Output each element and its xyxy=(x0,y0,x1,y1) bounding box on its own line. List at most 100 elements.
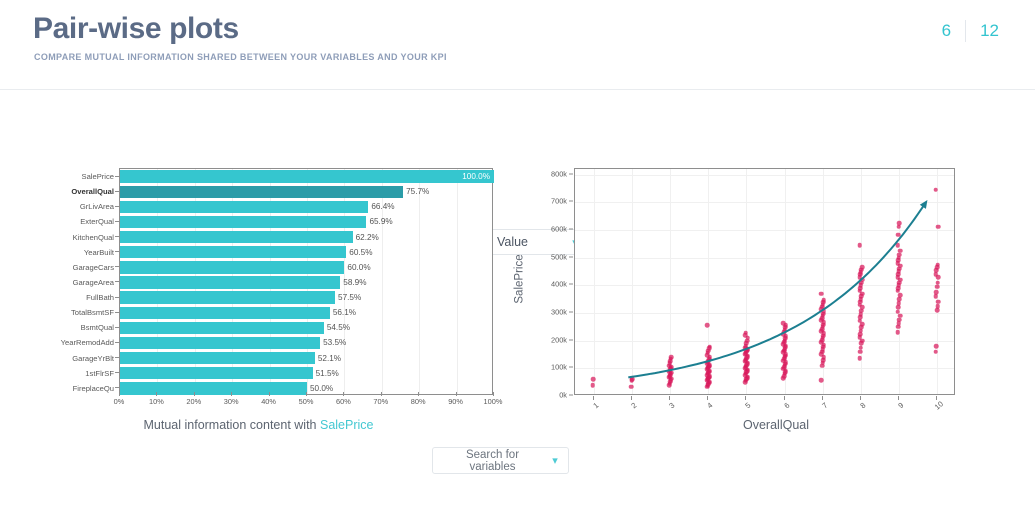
scatter-x-tick-label: 3 xyxy=(667,400,677,411)
scatter-x-tick-label: 2 xyxy=(629,400,639,411)
bar-chart-value-label: 65.9% xyxy=(369,217,393,227)
scatter-y-tickmark xyxy=(569,394,573,396)
scatter-y-tick-label: 700k xyxy=(550,196,567,206)
bar-chart-bar[interactable] xyxy=(120,291,336,304)
bar-chart-category-label[interactable]: FullBath xyxy=(86,290,114,305)
scatter-y-tickmark xyxy=(569,173,573,175)
scatter-y-tick-label: 600k xyxy=(550,224,567,234)
search-variables-select[interactable]: Search for variables ▾ xyxy=(432,447,569,474)
bar-chart-row[interactable]: BsmtQual 54.5% xyxy=(81,320,492,335)
scatter-x-tick-label: 5 xyxy=(743,400,753,411)
bar-chart-value-label: 52.1% xyxy=(317,353,342,363)
bar-chart-category-label[interactable]: YearRemodAdd xyxy=(61,335,114,350)
bar-chart-category-label[interactable]: ExterQual xyxy=(80,214,114,229)
bar-chart-row[interactable]: KitchenQual 62.2% xyxy=(73,230,492,245)
bar-chart-bar[interactable] xyxy=(120,306,330,319)
bar-chart-category-label[interactable]: BsmtQual xyxy=(81,320,114,335)
scatter-y-tick-label: 0k xyxy=(559,390,567,400)
bar-chart-category-label[interactable]: 1stFlrSF xyxy=(85,366,114,381)
bar-chart-category-label[interactable]: GrLivArea xyxy=(80,199,114,214)
bar-chart-bar[interactable] xyxy=(120,170,494,183)
scatter-y-tickmark xyxy=(569,200,573,202)
scatter-x-tickmark xyxy=(821,396,823,400)
bar-chart-bar[interactable] xyxy=(120,261,345,274)
bar-chart-bar[interactable] xyxy=(120,246,347,259)
bar-chart-bar[interactable] xyxy=(120,382,307,395)
bar-chart-row[interactable]: SalePrice 100.0% xyxy=(82,169,494,184)
bar-chart-value-label: 60.5% xyxy=(349,247,373,257)
scatter-trend-line xyxy=(628,199,928,379)
bar-chart-value-label: 54.5% xyxy=(326,323,351,333)
bar-chart-x-tick-label: 60% xyxy=(335,397,351,406)
bar-chart-value-label: 60.0% xyxy=(347,262,371,272)
bar-chart-bar[interactable] xyxy=(120,230,353,244)
bar-chart-bar[interactable] xyxy=(120,367,313,380)
bar-chart-y-tick xyxy=(115,341,119,343)
bar-chart-bar[interactable] xyxy=(120,321,324,335)
bar-chart-x-tickmark xyxy=(343,392,345,396)
bar-chart-bar[interactable] xyxy=(120,215,367,229)
counter-left[interactable]: 6 xyxy=(928,21,965,41)
bar-chart-x-tick-label: 30% xyxy=(223,397,239,406)
scatter-y-tickmark xyxy=(569,228,573,230)
bar-chart-value-label: 75.7% xyxy=(406,187,430,197)
scatter-y-tickmark xyxy=(569,366,573,368)
bar-chart-bar[interactable] xyxy=(120,336,321,350)
bar-chart-y-tick xyxy=(115,387,119,389)
bar-chart-row[interactable]: YearRemodAdd 53.5% xyxy=(61,335,492,350)
bar-chart-row[interactable]: 1stFlrSF 51.5% xyxy=(85,366,492,381)
bar-chart-kpi-link[interactable]: SalePrice xyxy=(320,418,374,432)
bar-chart-category-label[interactable]: FireplaceQu xyxy=(73,381,114,396)
bar-chart-row[interactable]: TotalBsmtSF 56.1% xyxy=(71,305,492,320)
bar-chart-row[interactable]: GrLivArea 66.4% xyxy=(80,199,492,214)
bar-chart-value-label: 57.5% xyxy=(338,293,362,302)
scatter-plot-area xyxy=(574,168,955,395)
bar-chart-bar[interactable] xyxy=(120,276,341,289)
scatter-x-tickmark xyxy=(897,396,899,400)
bar-chart-x-tickmark xyxy=(193,392,195,396)
bar-chart-category-label[interactable]: GarageCars xyxy=(73,260,114,275)
bar-chart-category-label[interactable]: GarageYrBlt xyxy=(72,351,114,366)
bar-chart-y-tick xyxy=(115,311,119,313)
scatter-y-tick-label: 500k xyxy=(550,252,567,262)
bar-chart-row[interactable]: YearBuilt 60.5% xyxy=(84,245,492,260)
scatter-y-tickmark xyxy=(569,339,573,341)
bar-chart-value-label: 51.5% xyxy=(315,368,339,378)
bar-chart-bar[interactable] xyxy=(120,185,404,198)
mutual-information-bar-chart: SalePrice 100.0% OverallQual 75.7% GrLivArea… xyxy=(0,160,517,440)
bar-chart-x-tick-label: 40% xyxy=(261,397,276,406)
bar-chart-category-label[interactable]: YearBuilt xyxy=(84,245,114,260)
bar-chart-bar[interactable] xyxy=(120,351,315,365)
bar-chart-category-label[interactable]: KitchenQual xyxy=(73,230,114,245)
bar-chart-category-label[interactable]: OverallQual xyxy=(71,184,114,199)
bar-chart-x-tick-label: 100% xyxy=(483,397,503,406)
sort-bar: Sort By: Value ▾ xyxy=(0,112,1035,255)
bar-chart-row[interactable]: GarageArea 58.9% xyxy=(73,275,492,290)
bar-chart-category-label[interactable]: GarageArea xyxy=(73,275,114,290)
variables-pagination: Variables: 1...1516...3031...4546...6061… xyxy=(0,489,1035,515)
bar-chart-row[interactable]: GarageCars 60.0% xyxy=(73,260,492,275)
bar-chart-value-label: 53.5% xyxy=(323,338,347,348)
bar-chart-x-tickmark xyxy=(268,392,270,396)
scatter-x-ticks: 1 2 3 4 5 6 7 8 9 10 xyxy=(574,396,955,418)
counter-right[interactable]: 12 xyxy=(966,21,1013,41)
bar-chart-category-label[interactable]: TotalBsmtSF xyxy=(71,305,114,320)
bar-chart-value-label: 58.9% xyxy=(343,277,367,287)
scatter-y-tickmark xyxy=(569,283,573,285)
bar-chart-row[interactable]: OverallQual 75.7% xyxy=(71,184,492,199)
bar-chart-row[interactable]: ExterQual 65.9% xyxy=(80,214,492,229)
bar-chart-row[interactable]: GarageYrBlt 52.1% xyxy=(72,351,492,366)
bar-chart-x-tick-label: 50% xyxy=(298,397,314,406)
bar-chart-category-label[interactable]: SalePrice xyxy=(82,169,115,184)
bar-chart-x-tick-label: 90% xyxy=(448,397,463,406)
bar-chart-y-tick xyxy=(115,296,119,298)
bar-chart-x-tick-label: 20% xyxy=(186,397,202,406)
header-divider xyxy=(0,89,1035,90)
bar-chart-x-tickmark xyxy=(418,392,420,396)
bar-chart-row[interactable]: FullBath 57.5% xyxy=(86,290,492,305)
bar-chart-bar[interactable] xyxy=(120,200,369,214)
bar-chart-x-tick-label: 0% xyxy=(113,397,125,406)
bar-chart-value-label: 66.4% xyxy=(371,202,395,212)
bar-chart-x-tickmark xyxy=(380,392,382,396)
bar-chart-value-label: 100.0% xyxy=(462,172,490,181)
